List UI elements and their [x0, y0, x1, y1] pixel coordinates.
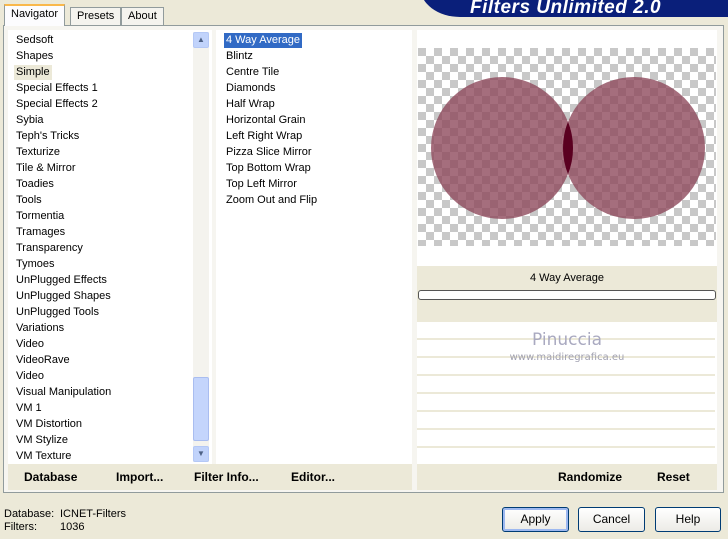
scroll-up-button[interactable]: ▲: [193, 32, 209, 48]
category-item[interactable]: Visual Manipulation: [14, 385, 113, 400]
cancel-button[interactable]: Cancel: [578, 507, 645, 532]
category-item[interactable]: VM Texture: [14, 449, 73, 464]
category-item[interactable]: Video: [14, 337, 46, 352]
filter-item[interactable]: Top Left Mirror: [224, 177, 299, 192]
filter-item[interactable]: Pizza Slice Mirror: [224, 145, 314, 160]
preview-image: [418, 48, 716, 246]
scroll-down-button[interactable]: ▼: [193, 446, 209, 462]
filter-item[interactable]: Left Right Wrap: [224, 129, 304, 144]
slider-row-divider: [417, 410, 715, 412]
category-item[interactable]: Simple: [14, 65, 52, 80]
right-circle: [563, 77, 705, 219]
category-list[interactable]: ▲ ▼ Sedsoft Shapes Simple Special Effects 1…: [8, 30, 212, 464]
slider-row-divider: [417, 374, 715, 376]
reset-button[interactable]: Reset: [657, 470, 690, 484]
tab-presets[interactable]: Presets: [70, 7, 122, 26]
category-item[interactable]: Toadies: [14, 177, 56, 192]
filter-item[interactable]: Zoom Out and Flip: [224, 193, 319, 208]
category-item[interactable]: Special Effects 2: [14, 97, 100, 112]
slider-row-divider: [417, 392, 715, 394]
import-button[interactable]: Import...: [116, 470, 163, 484]
category-item[interactable]: Video: [14, 369, 46, 384]
filter-list[interactable]: 4 Way Average Blintz Centre Tile Diamonds Ha…: [216, 30, 412, 464]
randomize-button[interactable]: Randomize: [558, 470, 622, 484]
filter-item[interactable]: Top Bottom Wrap: [224, 161, 313, 176]
filter-item[interactable]: Diamonds: [224, 81, 278, 96]
watermark-url: www.maidiregrafica.eu: [509, 352, 625, 363]
category-item[interactable]: Tormentia: [14, 209, 66, 224]
category-scrollbar[interactable]: ▲ ▼: [193, 32, 209, 462]
filter-item[interactable]: Horizontal Grain: [224, 113, 307, 128]
category-item[interactable]: Sedsoft: [14, 33, 55, 48]
category-item[interactable]: Teph's Tricks: [14, 129, 81, 144]
filter-info-button[interactable]: Filter Info...: [194, 470, 259, 484]
help-button[interactable]: Help: [655, 507, 721, 532]
scroll-thumb[interactable]: [193, 377, 209, 441]
filter-item[interactable]: Centre Tile: [224, 65, 281, 80]
category-item[interactable]: Transparency: [14, 241, 85, 256]
apply-button[interactable]: Apply: [502, 507, 569, 532]
database-button[interactable]: Database: [24, 470, 77, 484]
category-item[interactable]: Texturize: [14, 145, 62, 160]
filter-item[interactable]: Half Wrap: [224, 97, 277, 112]
category-item[interactable]: Sybia: [14, 113, 46, 128]
status-database-value: ICNET-Filters: [60, 508, 126, 520]
editor-button[interactable]: Editor...: [291, 470, 335, 484]
navigator-panel: ▲ ▼ Sedsoft Shapes Simple Special Effects 1…: [3, 25, 724, 493]
category-item[interactable]: VM Stylize: [14, 433, 70, 448]
category-item[interactable]: VM 1: [14, 401, 44, 416]
preview-panel: 4 Way Average Pinuccia www.maidiregrafic…: [417, 30, 717, 466]
watermark-name: Pinuccia: [532, 330, 602, 350]
category-item[interactable]: Shapes: [14, 49, 55, 64]
category-item[interactable]: Tymoes: [14, 257, 57, 272]
category-item[interactable]: Tile & Mirror: [14, 161, 77, 176]
app-title: Filters Unlimited 2.0: [470, 0, 662, 18]
category-item[interactable]: UnPlugged Shapes: [14, 289, 113, 304]
category-item[interactable]: UnPlugged Tools: [14, 305, 101, 320]
tab-navigator[interactable]: Navigator: [4, 4, 66, 26]
tab-about[interactable]: About: [121, 7, 164, 26]
category-item[interactable]: VM Distortion: [14, 417, 84, 432]
filter-item[interactable]: 4 Way Average: [224, 33, 302, 48]
category-item[interactable]: Variations: [14, 321, 66, 336]
preview-filter-name: 4 Way Average: [530, 272, 604, 284]
category-item[interactable]: UnPlugged Effects: [14, 273, 109, 288]
progress-bar: [418, 290, 716, 300]
slider-row-divider: [417, 446, 715, 448]
slider-row-divider: [417, 428, 715, 430]
status-database-label: Database:: [4, 508, 55, 520]
status-filters-value: 1036: [60, 521, 85, 533]
category-item[interactable]: Special Effects 1: [14, 81, 100, 96]
filter-item[interactable]: Blintz: [224, 49, 255, 64]
category-item[interactable]: VideoRave: [14, 353, 72, 368]
category-item[interactable]: Tools: [14, 193, 44, 208]
left-circle: [431, 77, 573, 219]
category-item[interactable]: Tramages: [14, 225, 67, 240]
status-filters-label: Filters:: [4, 521, 37, 533]
